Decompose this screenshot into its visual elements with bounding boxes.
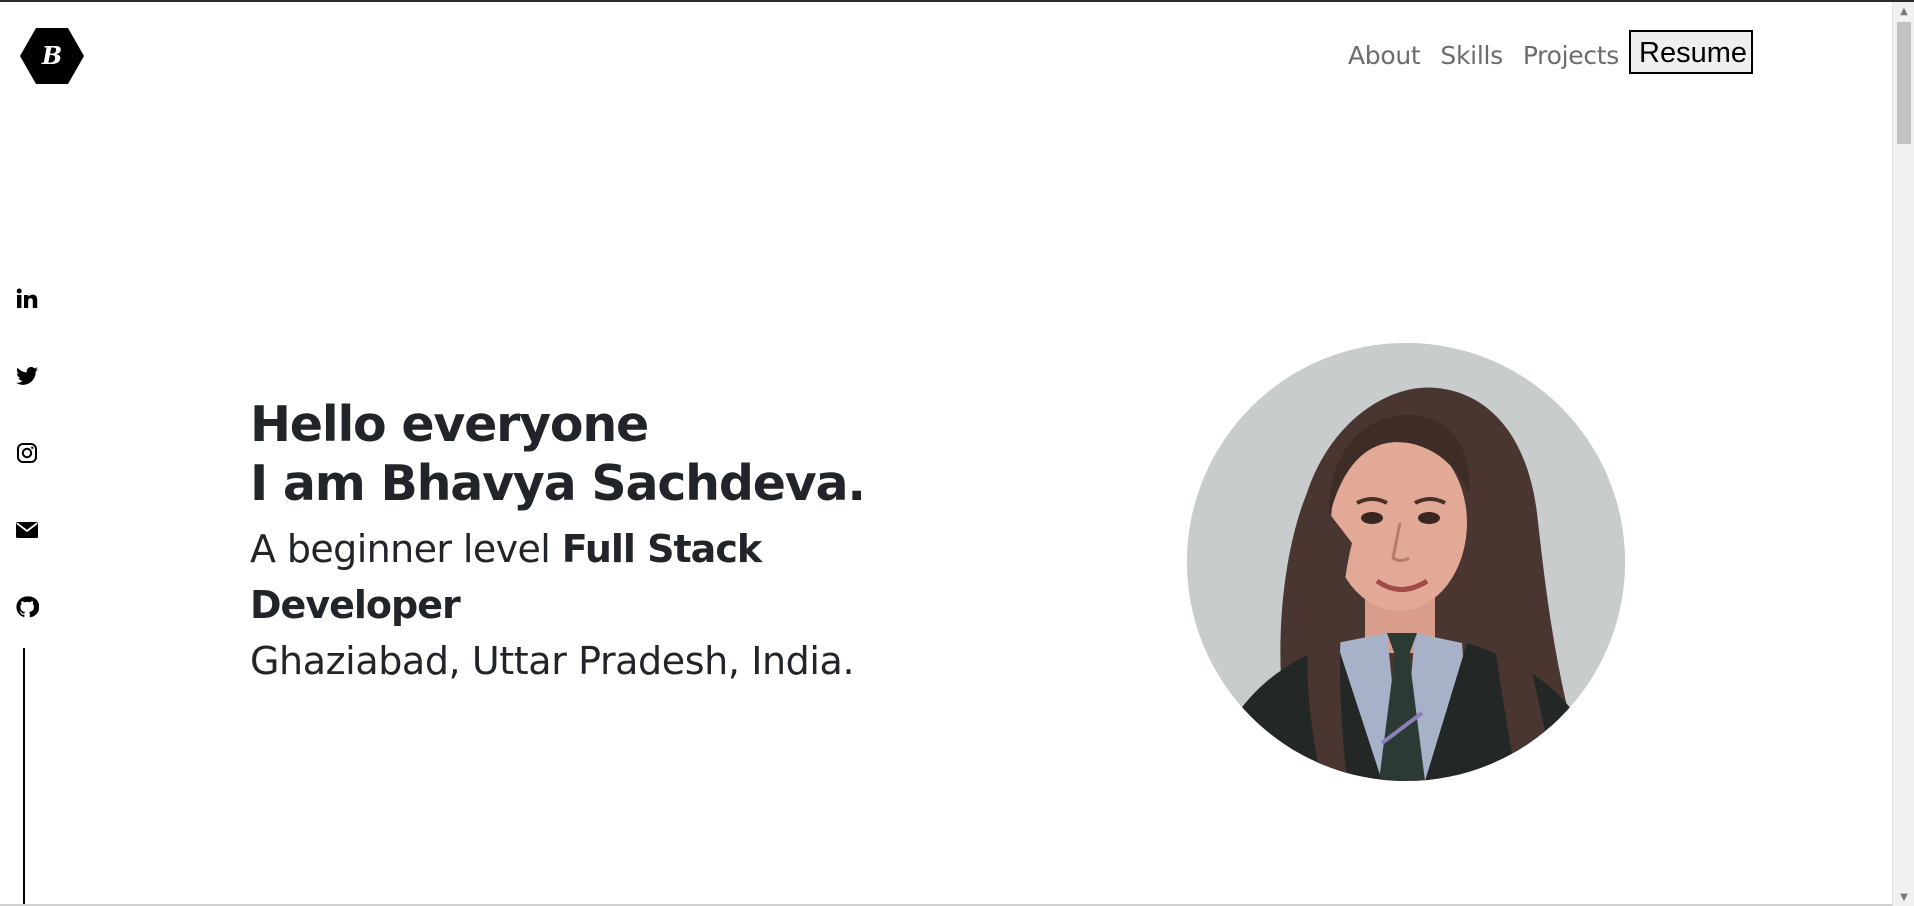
scroll-down-arrow-icon[interactable]: ▼: [1893, 888, 1914, 906]
window-top-border: [0, 0, 1914, 2]
tagline-prefix: A beginner level: [250, 527, 562, 571]
logo-letter: B: [41, 41, 63, 70]
vertical-scrollbar[interactable]: ▲ ▼: [1892, 2, 1914, 906]
social-links: [12, 284, 42, 669]
tagline: A beginner level Full Stack Developer: [250, 521, 970, 633]
scroll-up-arrow-icon[interactable]: ▲: [1893, 2, 1914, 20]
github-icon: [16, 596, 39, 618]
nav-about-link[interactable]: About: [1348, 41, 1421, 70]
resume-button[interactable]: Resume: [1629, 30, 1754, 74]
envelope-icon: [16, 522, 38, 538]
instagram-icon: [17, 443, 37, 463]
linkedin-link[interactable]: [12, 284, 42, 314]
scrollbar-thumb[interactable]: [1897, 22, 1911, 144]
name-text: I am Bhavya Sachdeva.: [250, 455, 866, 512]
email-link[interactable]: [12, 515, 42, 545]
instagram-link[interactable]: [12, 438, 42, 468]
nav-skills-link[interactable]: Skills: [1440, 41, 1503, 70]
nav-projects-link[interactable]: Projects: [1523, 41, 1619, 70]
social-divider-line: [23, 648, 25, 906]
linkedin-icon: [16, 288, 38, 308]
portrait-illustration: [1187, 343, 1625, 781]
top-nav: About Skills Projects Resume: [1348, 26, 1754, 78]
twitter-link[interactable]: [12, 361, 42, 391]
github-link[interactable]: [12, 592, 42, 622]
logo[interactable]: B: [20, 28, 84, 84]
twitter-icon: [16, 366, 38, 385]
hero-heading: Hello everyone I am Bhavya Sachdeva.: [250, 395, 970, 513]
hero-intro: Hello everyone I am Bhavya Sachdeva. A b…: [250, 395, 970, 689]
location-text: Ghaziabad, Uttar Pradesh, India.: [250, 639, 855, 683]
profile-photo: [1187, 343, 1625, 781]
greeting-text: Hello everyone: [250, 396, 649, 453]
